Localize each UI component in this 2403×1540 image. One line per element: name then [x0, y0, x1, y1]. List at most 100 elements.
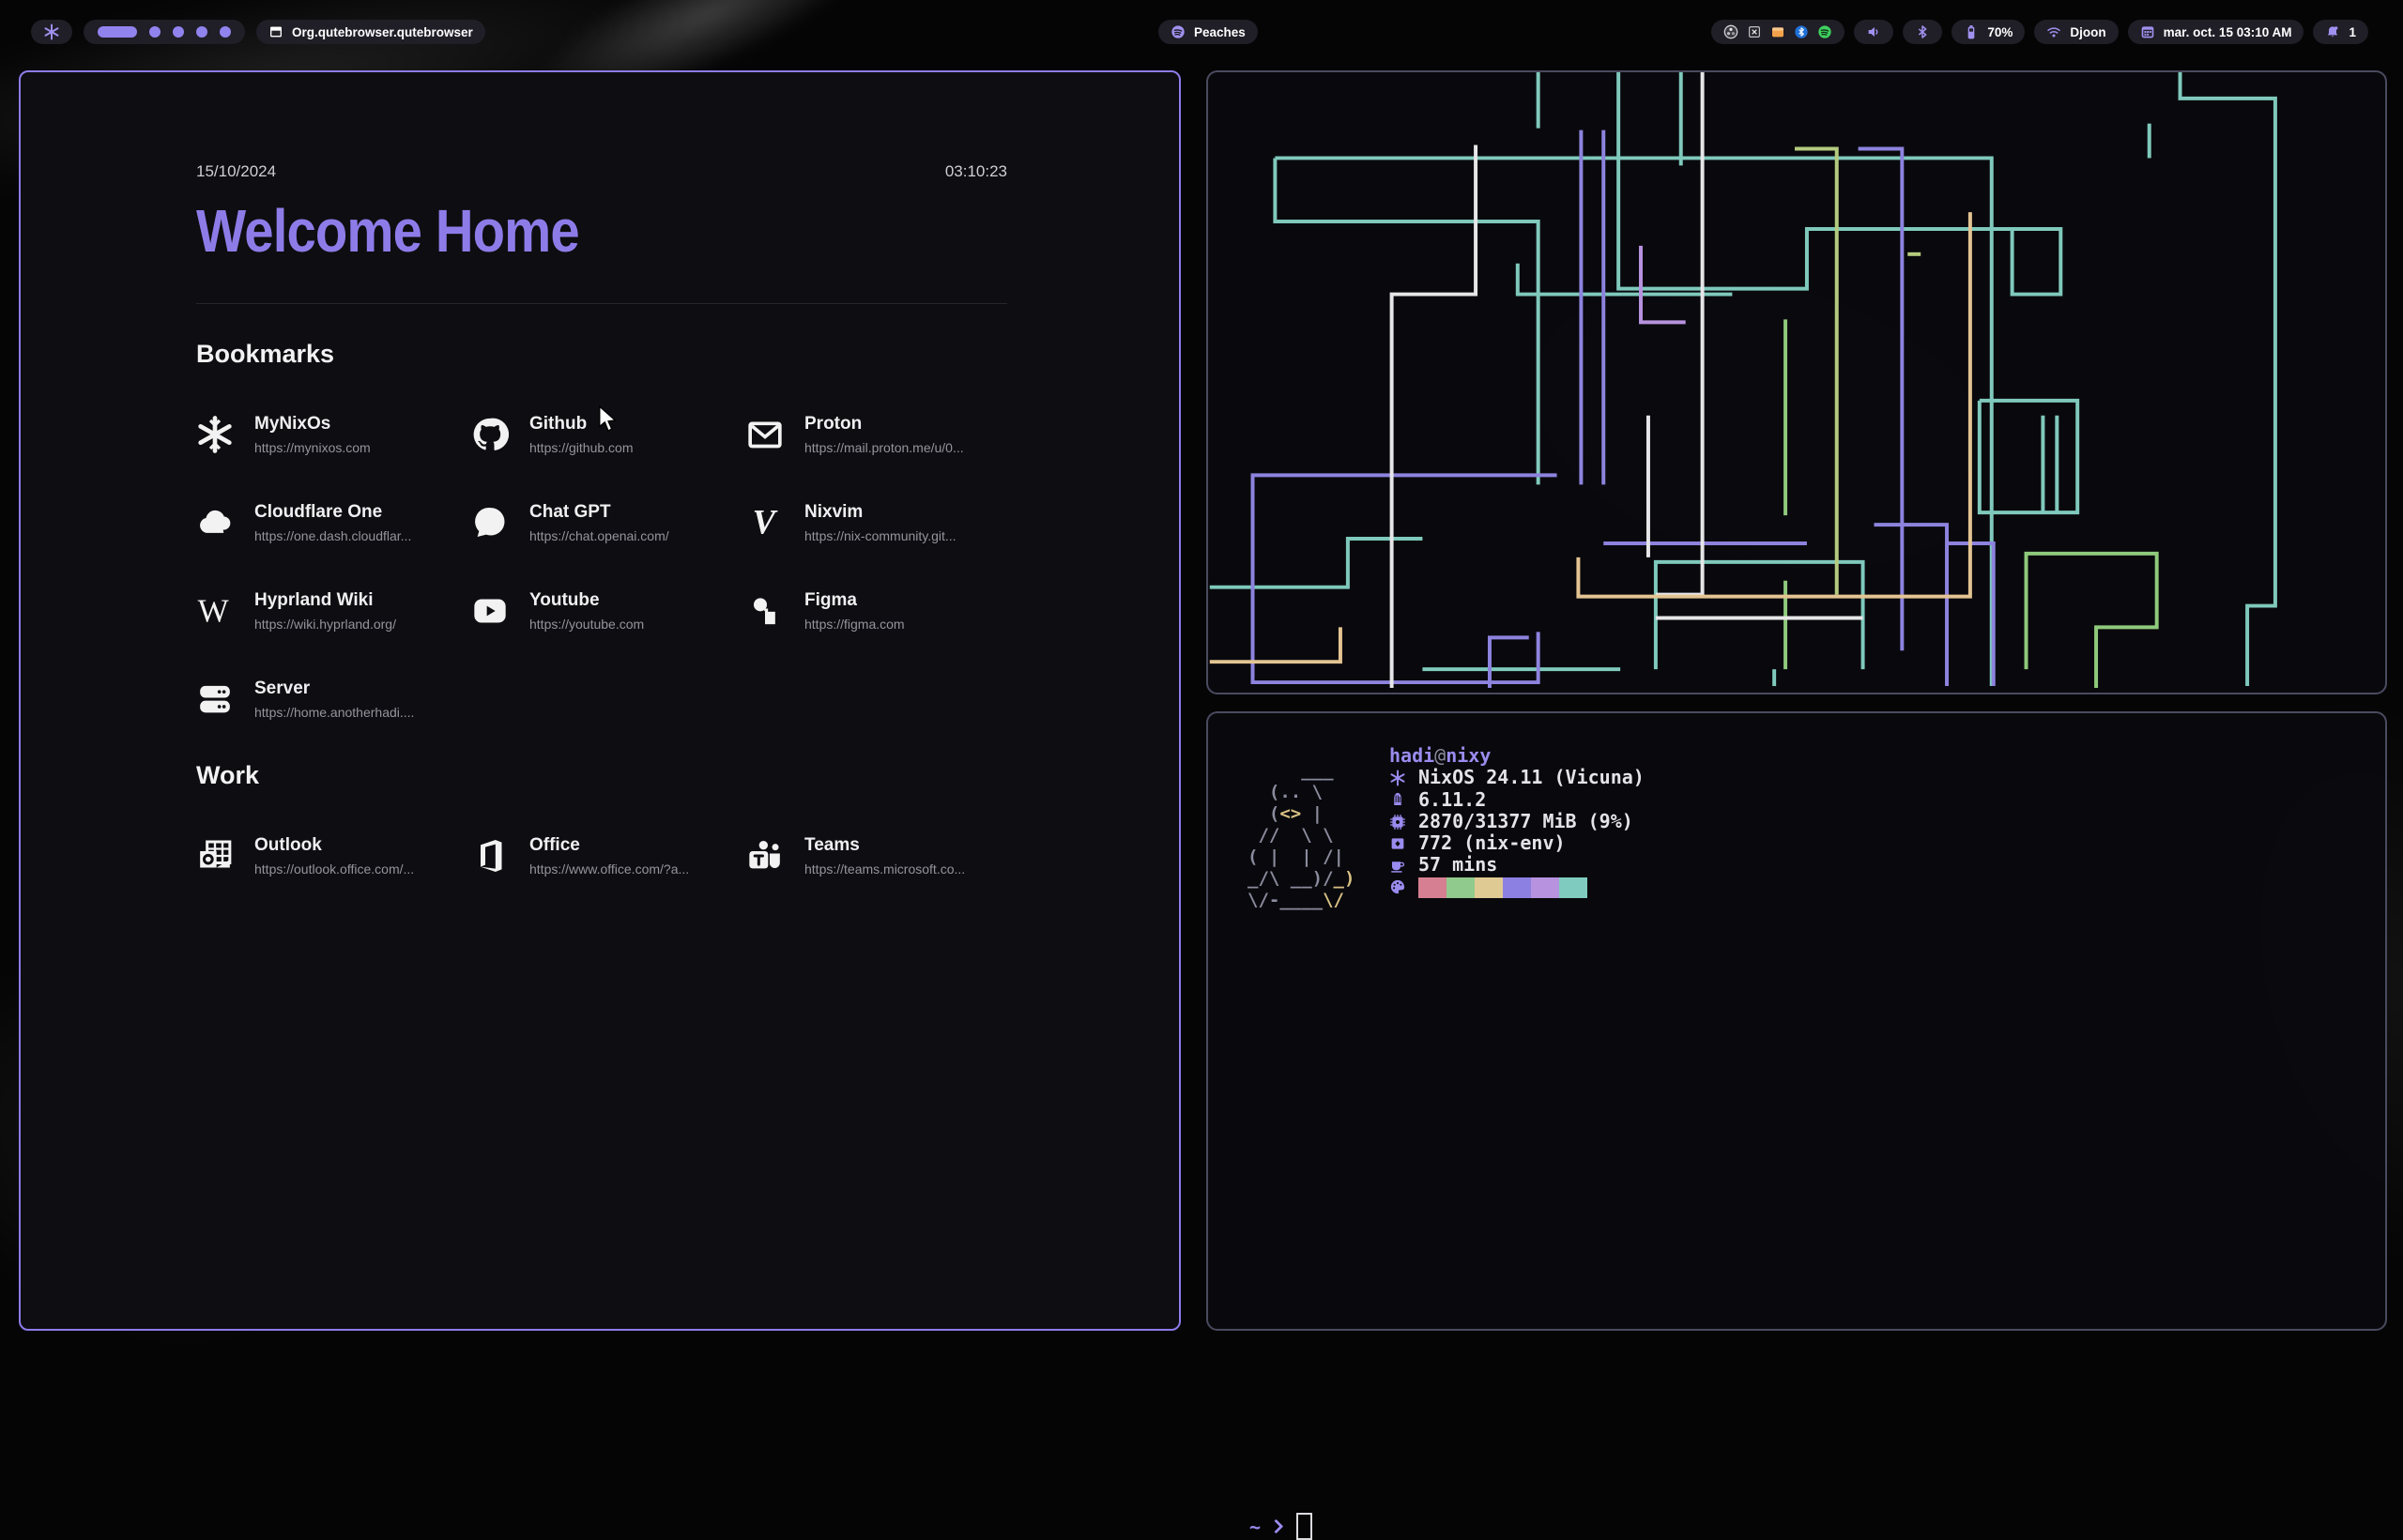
bookmark-url: https://wiki.hyprland.org/	[254, 617, 396, 632]
media-player-pill[interactable]: Peaches	[1158, 20, 1258, 44]
bookmark-item-server[interactable]: Serverhttps://home.anotherhadi....	[196, 673, 471, 725]
bookmark-item-proton[interactable]: Protonhttps://mail.proton.me/u/0...	[746, 408, 1021, 461]
bookmark-item-teams[interactable]: Teamshttps://teams.microsoft.co...	[746, 830, 1021, 882]
window-title: Org.qutebrowser.qutebrowser	[292, 25, 473, 39]
bookmark-name: Chat GPT	[529, 502, 669, 523]
media-track-label: Peaches	[1194, 25, 1246, 39]
bluetooth-icon	[1915, 24, 1930, 39]
figma-icon	[746, 592, 784, 630]
tux-ascii-art: ___ (.. \ (<> | // \ \( | | /|_/\ __)/_)…	[1247, 760, 1355, 911]
bookmark-url: https://github.com	[529, 440, 634, 455]
bluetooth-pill[interactable]	[1903, 20, 1942, 44]
cloudflare-icon	[196, 504, 234, 541]
office-icon	[471, 837, 509, 875]
workspace-5[interactable]	[220, 26, 231, 38]
window-title-pill[interactable]: Org.qutebrowser.qutebrowser	[256, 20, 485, 44]
bookmark-item-cloudflare-one[interactable]: Cloudflare One https://one.dash.cloudflar…	[196, 496, 471, 549]
qutebrowser-window[interactable]: 15/10/2024 03:10:23 Welcome Home Bookmar…	[19, 70, 1181, 1331]
mouse-cursor	[598, 405, 619, 434]
svg-text:V: V	[753, 504, 778, 541]
bookmark-name: Figma	[804, 590, 905, 611]
bookmark-item-outlook[interactable]: Outlookhttps://outlook.office.com/...	[196, 830, 471, 882]
spotify-green-icon[interactable]	[1817, 24, 1832, 39]
bookmark-name: Nixvim	[804, 502, 957, 523]
launcher-button[interactable]	[31, 20, 72, 44]
workspace-3[interactable]	[173, 26, 184, 38]
bookmark-name: Outlook	[254, 835, 414, 856]
teams-icon	[746, 837, 784, 875]
fetch-row-memory: 2870/31377 MiB (9%)	[1389, 811, 1645, 832]
network-ssid: Djoon	[2070, 25, 2105, 39]
bookmark-name: Office	[529, 835, 689, 856]
fetch-value: NixOS 24.11 (Vicuna)	[1418, 767, 1645, 788]
bell-icon	[2325, 24, 2340, 39]
workspaces-pill[interactable]	[84, 20, 245, 44]
bookmark-item-nixvim[interactable]: V Nixvim https://nix-community.git...	[746, 496, 1021, 549]
workspace-2[interactable]	[149, 26, 161, 38]
hyprland-icon: W	[196, 592, 234, 630]
fetch-terminal-window[interactable]: ___ (.. \ (<> | // \ \( | | /|_/\ __)/_)…	[1206, 711, 2387, 1331]
x-app-icon[interactable]	[1747, 24, 1762, 39]
wifi-icon	[2046, 24, 2061, 39]
bookmark-name: Teams	[804, 835, 965, 856]
network-pill[interactable]: Djoon	[2034, 20, 2118, 44]
bookmark-url: https://home.anotherhadi....	[254, 705, 414, 720]
pipes-terminal-window[interactable]	[1206, 70, 2387, 694]
shell-prompt[interactable]: ~	[1249, 1513, 1312, 1540]
bookmark-item-mynixos[interactable]: MyNixOs https://mynixos.com	[196, 408, 471, 461]
bookmark-url: https://www.office.com/?a...	[529, 861, 689, 877]
bookmark-item-figma[interactable]: Figma https://figma.com	[746, 585, 1021, 637]
spotify-icon	[1171, 24, 1186, 39]
notifications-pill[interactable]: 1	[2313, 20, 2368, 44]
bluetooth-blue-icon[interactable]	[1794, 24, 1809, 39]
bookmark-name: Cloudflare One	[254, 502, 411, 523]
bookmark-item-hyprland-wiki[interactable]: W Hyprland Wiki https://wiki.hyprland.org/	[196, 585, 471, 637]
battery-icon	[1964, 24, 1979, 39]
bookmark-name: MyNixOs	[254, 414, 371, 435]
tray-apps-pill[interactable]	[1711, 20, 1844, 44]
outlook-icon	[196, 837, 234, 875]
github-icon	[471, 416, 509, 453]
kernel-icon	[1389, 791, 1406, 808]
files-icon[interactable]	[1770, 24, 1785, 39]
obs-icon[interactable]	[1723, 24, 1738, 39]
bookmark-name: Hyprland Wiki	[254, 590, 396, 611]
workspace-1-active[interactable]	[98, 26, 137, 38]
chatgpt-icon	[471, 504, 509, 541]
bookmark-url: https://nix-community.git...	[804, 528, 957, 543]
battery-pill[interactable]: 70%	[1951, 20, 2025, 44]
window-icon	[268, 24, 283, 39]
workspace-4[interactable]	[196, 26, 207, 38]
fetch-value: 2870/31377 MiB (9%)	[1418, 811, 1633, 832]
fetch-row-kernel: 6.11.2	[1389, 789, 1645, 811]
fetch-row-colors	[1389, 877, 1645, 898]
clock-pill[interactable]: mar. oct. 15 03:10 AM	[2128, 20, 2304, 44]
server-icon	[196, 680, 234, 718]
uptime-icon	[1389, 857, 1406, 874]
section-title-bookmarks: Bookmarks	[196, 340, 1007, 369]
pipes-art	[1208, 72, 2385, 693]
color-swatch	[1475, 877, 1503, 898]
bookmark-item-youtube[interactable]: Youtubehttps://youtube.com	[471, 585, 746, 637]
startpage-date: 15/10/2024	[196, 162, 276, 181]
bookmark-name: Youtube	[529, 590, 644, 611]
bookmark-url: https://one.dash.cloudflar...	[254, 528, 411, 543]
notification-count: 1	[2349, 25, 2356, 39]
calendar-icon	[2140, 24, 2155, 39]
bookmark-url: https://figma.com	[804, 617, 905, 632]
color-swatch	[1531, 877, 1559, 898]
bookmark-url: https://mynixos.com	[254, 440, 371, 455]
volume-pill[interactable]	[1854, 20, 1893, 44]
fetch-row-package: 772 (nix-env)	[1389, 832, 1645, 854]
bookmark-item-chat-gpt[interactable]: Chat GPThttps://chat.openai.com/	[471, 496, 746, 549]
bookmark-url: https://mail.proton.me/u/0...	[804, 440, 964, 455]
fetch-row-nix: NixOS 24.11 (Vicuna)	[1389, 767, 1645, 788]
color-swatch	[1446, 877, 1475, 898]
svg-text:W: W	[198, 593, 229, 630]
divider	[196, 303, 1007, 304]
topbar-right: 70% Djoon mar. oct. 15 03:10 AM 1	[1711, 20, 2368, 44]
nix-icon	[1389, 770, 1406, 786]
topbar-left: Org.qutebrowser.qutebrowser	[31, 20, 485, 44]
bookmark-item-office[interactable]: Office https://www.office.com/?a...	[471, 830, 746, 882]
datetime-label: mar. oct. 15 03:10 AM	[2164, 25, 2292, 39]
